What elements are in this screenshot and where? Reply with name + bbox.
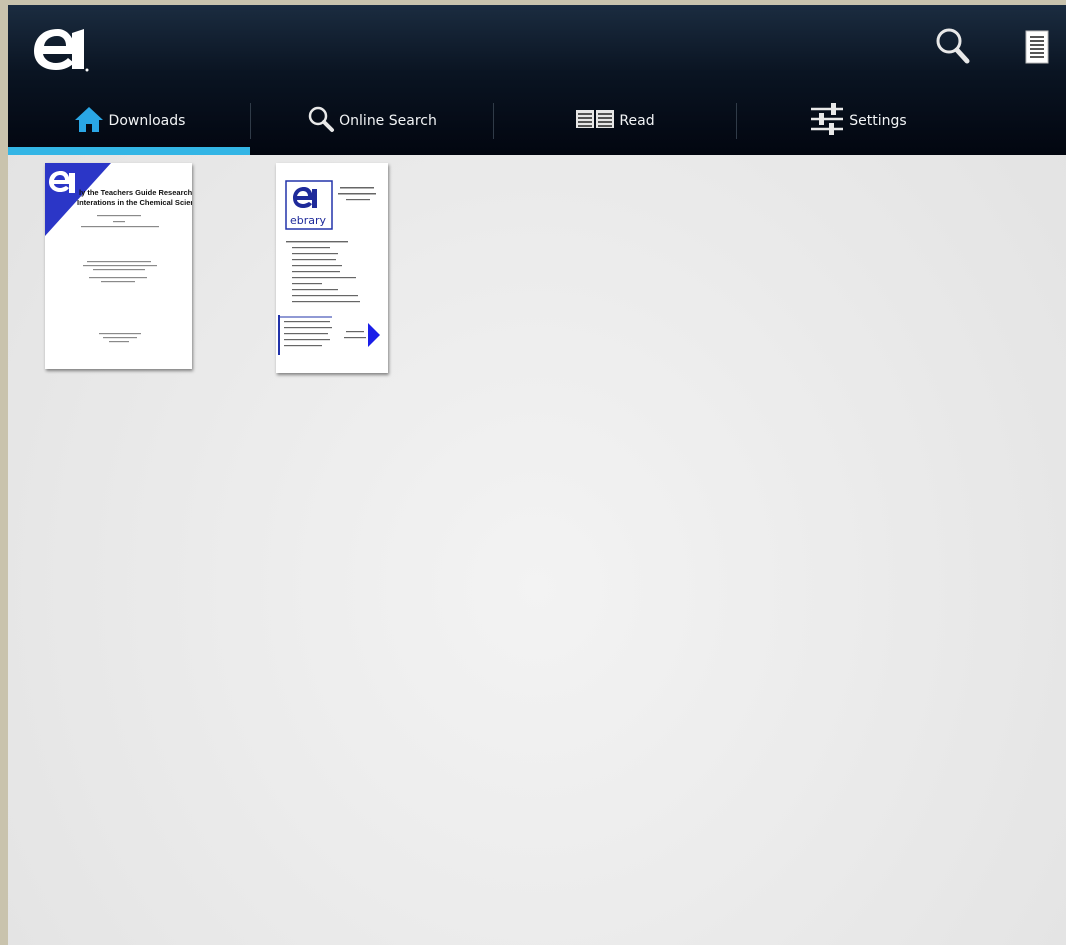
tab-label: Settings bbox=[849, 113, 907, 129]
cover-text-lines bbox=[81, 215, 159, 343]
tab-settings[interactable]: Settings bbox=[737, 91, 979, 151]
ebrary-wordmark: ebrary bbox=[290, 214, 327, 227]
search-action-icon[interactable] bbox=[934, 25, 974, 69]
next-arrow-icon bbox=[368, 323, 380, 347]
tab-read[interactable]: Read bbox=[494, 91, 736, 151]
sliders-icon bbox=[809, 102, 845, 140]
book-thumbnail[interactable]: ebrary bbox=[276, 163, 388, 373]
tab-online-search[interactable]: Online Search bbox=[251, 91, 493, 151]
cover-title-line: Interations in the Chemical Sciences bbox=[77, 198, 192, 207]
search-icon bbox=[307, 105, 335, 137]
tab-bar: Downloads Online Search Read Settings bbox=[8, 91, 1066, 155]
action-bar: Downloads Online Search Read Settings bbox=[8, 5, 1066, 155]
tab-label: Online Search bbox=[339, 113, 437, 129]
ebrary-logo-icon bbox=[49, 171, 75, 193]
home-icon bbox=[73, 105, 105, 137]
tab-downloads[interactable]: Downloads bbox=[8, 91, 250, 151]
app-screen: Downloads Online Search Read Settings ly… bbox=[8, 5, 1066, 945]
selected-tab-indicator bbox=[8, 147, 250, 155]
document-list-icon[interactable] bbox=[1022, 29, 1052, 65]
tab-label: Read bbox=[619, 113, 655, 129]
open-book-icon bbox=[575, 108, 615, 134]
cover-title-line: ly the Teachers Guide Research bbox=[79, 188, 192, 197]
book-thumbnail[interactable]: ly the Teachers Guide Research Interatio… bbox=[45, 163, 192, 369]
ebrary-logo-icon bbox=[293, 187, 317, 208]
ebrary-logo-icon bbox=[28, 23, 90, 75]
tab-label: Downloads bbox=[108, 113, 186, 129]
